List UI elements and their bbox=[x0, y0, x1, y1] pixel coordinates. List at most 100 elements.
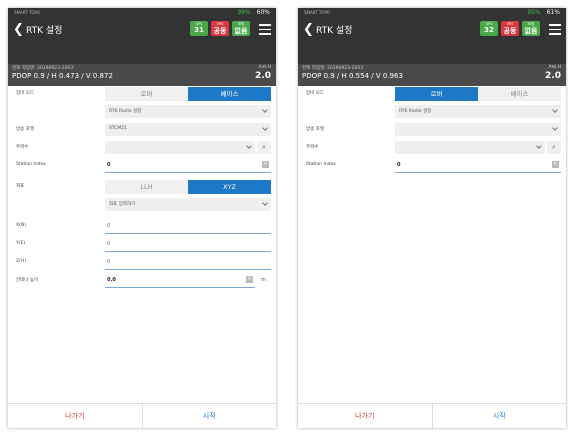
vrs-badge: VRS 공동 bbox=[501, 21, 519, 36]
mode-rover-button[interactable]: 로버 bbox=[105, 87, 188, 101]
coord-label: 좌표 bbox=[16, 184, 25, 189]
badge-value: 없음 bbox=[234, 27, 248, 35]
clear-icon[interactable]: × bbox=[552, 161, 559, 168]
chevron-down-icon bbox=[536, 143, 542, 149]
clear-icon[interactable]: × bbox=[246, 276, 253, 283]
select-text: RTK Radio 설정 bbox=[109, 109, 142, 114]
station-index-input[interactable]: 0 × bbox=[395, 159, 561, 173]
vrs-badge: VRS 공동 bbox=[211, 21, 229, 36]
page-title: RTK 설정 bbox=[26, 26, 63, 36]
z-label: Z(H) bbox=[16, 259, 26, 264]
phone-screen-base: SMART TOPO 99% 60% ❮ RTK 설정 GPS 31 VRS 공… bbox=[8, 8, 276, 428]
hamburger-menu-icon[interactable] bbox=[549, 24, 561, 38]
format-label: 방송 포맷 bbox=[306, 127, 324, 132]
status-app-name: SMART TOPO bbox=[304, 10, 331, 15]
battery-level: 60% bbox=[256, 9, 270, 16]
search-icon[interactable]: ⌕ bbox=[547, 141, 561, 154]
radio-settings-select[interactable]: RTK Radio 설정 bbox=[395, 105, 561, 118]
z-row: Z(H) 0 bbox=[8, 255, 276, 270]
coord-llh-button[interactable]: LLH bbox=[105, 180, 188, 194]
coord-input-select[interactable]: 좌표 입력하기 bbox=[105, 198, 271, 211]
gps-badge: GPS 32 bbox=[480, 21, 498, 36]
mode-label: 장비 모드 bbox=[306, 91, 324, 96]
badge-value: 32 bbox=[484, 26, 494, 34]
input-value: 0 bbox=[107, 223, 111, 229]
y-row: Y(E) 0 bbox=[8, 237, 276, 252]
antenna-height-label: Ant.H bbox=[548, 65, 561, 70]
back-arrow-icon[interactable]: ❮ bbox=[13, 22, 24, 37]
mode-base-button[interactable]: 베이스 bbox=[478, 87, 561, 101]
mode-toggle: 로버 베이스 bbox=[105, 87, 271, 101]
input-value: 0 bbox=[397, 162, 401, 168]
mode-base-button[interactable]: 베이스 bbox=[188, 87, 271, 101]
antenna-height-value: 2.0 bbox=[255, 71, 271, 81]
mode-label: 장비 모드 bbox=[16, 91, 34, 96]
phone-screen-rover: SMART TOPO 95% 61% ❮ RTK 설정 GPS 32 VRS 공… bbox=[298, 8, 566, 428]
chevron-down-icon bbox=[552, 125, 558, 131]
start-button[interactable]: 시작 bbox=[143, 404, 277, 428]
hamburger-menu-icon[interactable] bbox=[259, 24, 271, 38]
station-label: Station Index bbox=[16, 162, 46, 167]
mode-row: 장비 모드 로버 베이스 bbox=[8, 86, 276, 101]
y-input[interactable]: 0 bbox=[105, 238, 271, 252]
unit-label: m bbox=[261, 277, 266, 283]
frequency-label: 주파수 bbox=[16, 145, 29, 150]
bottom-bar: 나가기 시작 bbox=[298, 403, 566, 428]
page-title: RTK 설정 bbox=[316, 26, 353, 36]
chevron-down-icon bbox=[262, 107, 268, 113]
badge-value: 없음 bbox=[524, 27, 538, 35]
z-input[interactable]: 0 bbox=[105, 256, 271, 270]
status-badges: GPS 31 VRS 공동 보정 없음 bbox=[190, 21, 250, 36]
input-value: 0 bbox=[107, 241, 111, 247]
info-bar: 현재 작업명: 20190923-2003 PDOP 0.9 / H 0.473… bbox=[8, 64, 276, 86]
badge-value: 31 bbox=[194, 26, 204, 34]
correction-badge: 보정 없음 bbox=[232, 21, 250, 36]
mode-rover-button[interactable]: 로버 bbox=[395, 87, 478, 101]
radio-row: RTK Radio 설정 bbox=[8, 104, 276, 119]
status-indicators: 99% 60% bbox=[237, 9, 270, 16]
back-arrow-icon[interactable]: ❮ bbox=[303, 22, 314, 37]
station-index-input[interactable]: 0 × bbox=[105, 159, 271, 173]
top-bar: SMART TOPO 95% 61% ❮ RTK 설정 GPS 32 VRS 공… bbox=[298, 8, 566, 64]
format-label: 방송 포맷 bbox=[16, 127, 34, 132]
select-text: RTK Radio 설정 bbox=[399, 109, 432, 114]
chevron-down-icon bbox=[246, 143, 252, 149]
frequency-row: 주파수 ⌕ bbox=[8, 140, 276, 155]
antenna-label: 안테나 높이 bbox=[16, 278, 39, 283]
select-text: 좌표 입력하기 bbox=[109, 202, 136, 207]
correction-badge: 보정 없음 bbox=[522, 21, 540, 36]
status-indicators: 95% 61% bbox=[527, 9, 560, 16]
search-icon[interactable]: ⌕ bbox=[257, 141, 271, 154]
x-row: X(N) 0 bbox=[8, 219, 276, 234]
radio-settings-select[interactable]: RTK Radio 설정 bbox=[105, 105, 271, 118]
station-row: Station Index 0 × bbox=[8, 158, 276, 173]
frequency-select[interactable] bbox=[395, 141, 545, 154]
coord-row: 좌표 LLH XYZ bbox=[8, 179, 276, 194]
coord-xyz-button[interactable]: XYZ bbox=[188, 180, 271, 194]
antenna-height-input[interactable]: 0.0 × bbox=[105, 274, 255, 288]
y-label: Y(E) bbox=[16, 241, 26, 246]
frequency-select[interactable] bbox=[105, 141, 255, 154]
gps-badge: GPS 31 bbox=[190, 21, 208, 36]
exit-button[interactable]: 나가기 bbox=[8, 404, 143, 428]
x-label: X(N) bbox=[16, 223, 26, 228]
format-row: 방송 포맷 RTCM21 bbox=[8, 122, 276, 137]
coord-input-row: 좌표 입력하기 bbox=[8, 197, 276, 212]
exit-button[interactable]: 나가기 bbox=[298, 404, 433, 428]
antenna-height-label: Ant.H bbox=[258, 65, 271, 70]
frequency-row: 주파수 ⌕ bbox=[298, 140, 566, 155]
battery-level: 61% bbox=[546, 9, 560, 16]
clear-icon[interactable]: × bbox=[262, 161, 269, 168]
badge-value: 공동 bbox=[503, 27, 517, 35]
format-select[interactable]: RTCM21 bbox=[105, 123, 271, 136]
format-select[interactable] bbox=[395, 123, 561, 136]
station-label: Station Index bbox=[306, 162, 336, 167]
start-button[interactable]: 시작 bbox=[433, 404, 567, 428]
format-row: 방송 포맷 bbox=[298, 122, 566, 137]
x-input[interactable]: 0 bbox=[105, 220, 271, 234]
mode-row: 장비 모드 로버 베이스 bbox=[298, 86, 566, 101]
settings-form: 장비 모드 로버 베이스 RTK Radio 설정 방송 포맷 주파수 ⌕ St… bbox=[298, 86, 566, 404]
signal-strength: 99% bbox=[237, 9, 251, 16]
station-row: Station Index 0 × bbox=[298, 158, 566, 173]
top-bar: SMART TOPO 99% 60% ❮ RTK 설정 GPS 31 VRS 공… bbox=[8, 8, 276, 64]
